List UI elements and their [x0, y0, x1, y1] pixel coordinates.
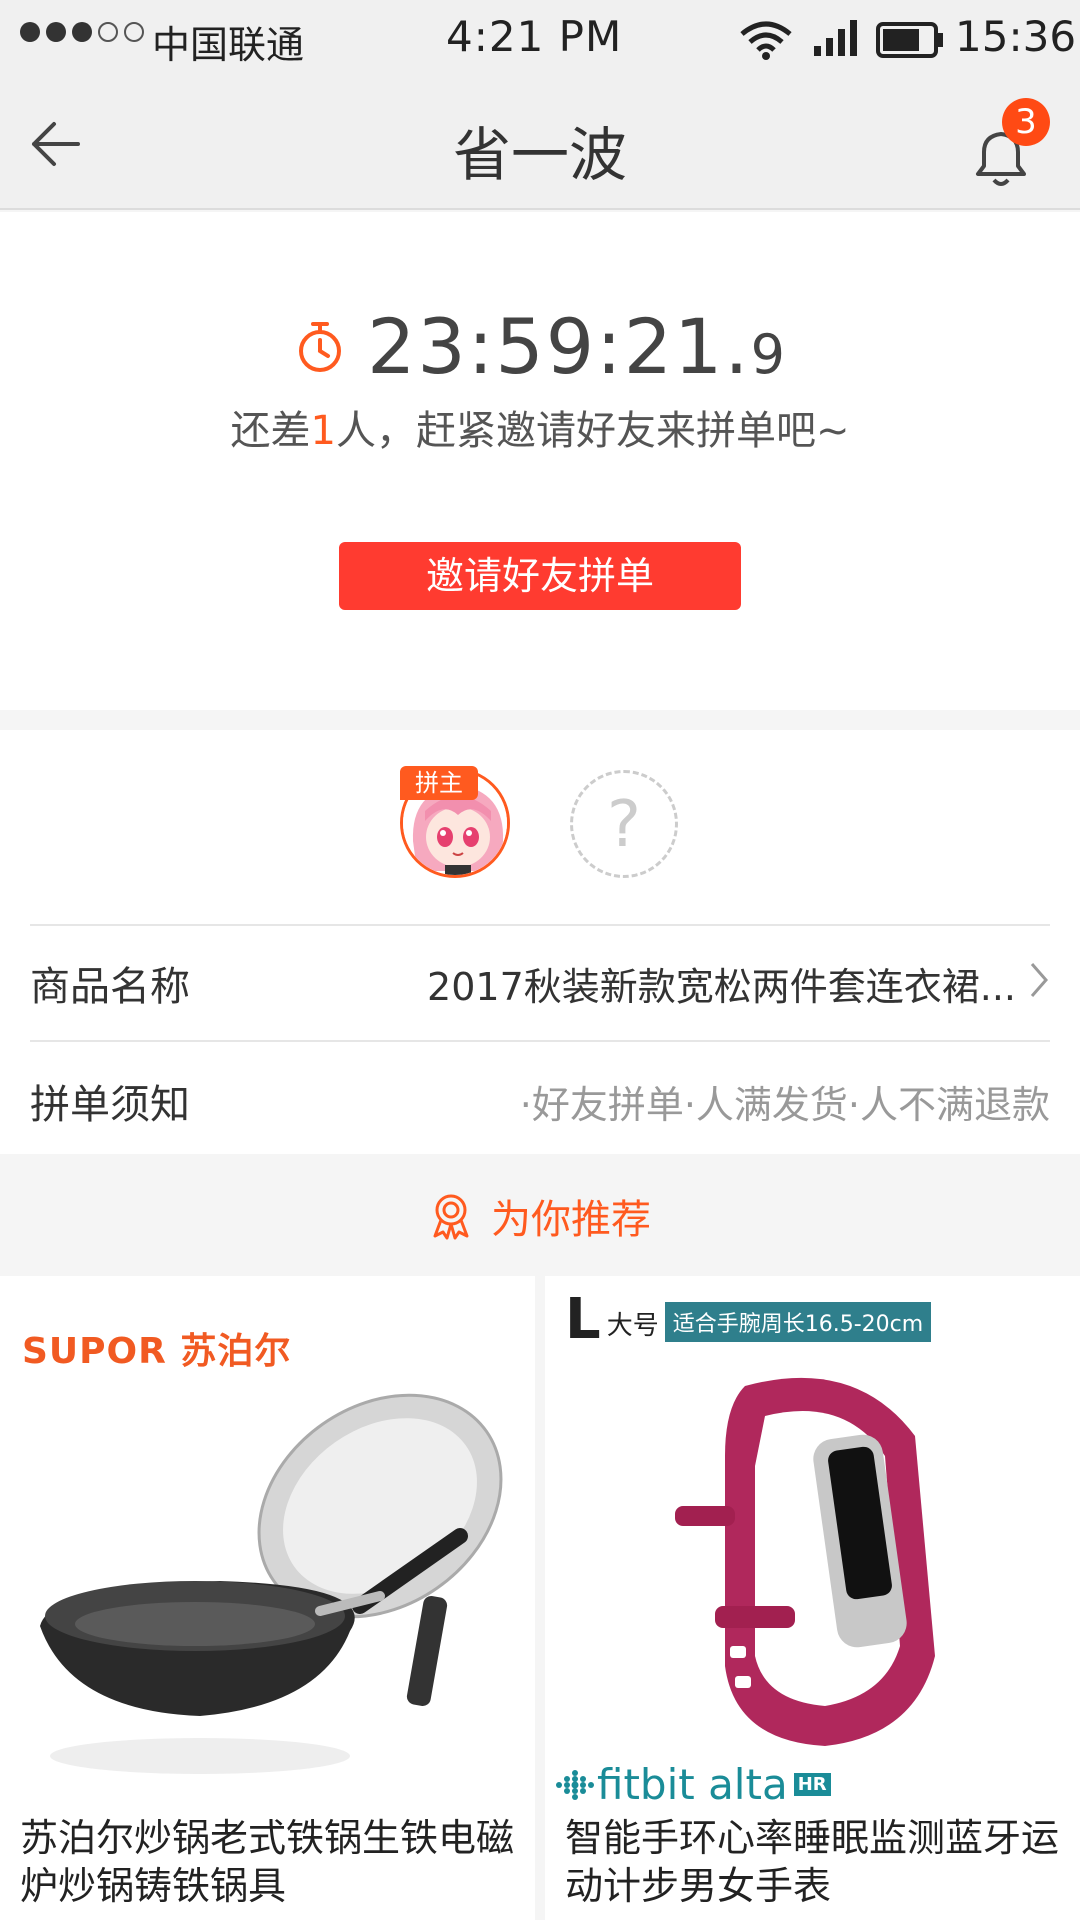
battery-icon — [876, 22, 943, 58]
countdown-section: 23:59:21. 9 还差1人，赶紧邀请好友来拼单吧~ 邀请好友拼单 — [0, 212, 1080, 710]
product-name-value[interactable]: 2017秋装新款宽松两件套连衣裙... — [427, 956, 1016, 1011]
invite-hint: 还差1人，赶紧邀请好友来拼单吧~ — [230, 408, 850, 454]
brand-logo-supor: SUPOR 苏泊尔 — [22, 1331, 292, 1372]
award-ribbon-icon — [433, 1194, 469, 1240]
empty-member-slot[interactable]: ? — [570, 770, 678, 878]
size-tag: L 大号 适合手腕周长16.5-20cm — [565, 1292, 932, 1348]
brand-logo-fitbit: fitbit alta HR — [553, 1760, 831, 1809]
fitbit-dots-icon — [556, 1769, 594, 1800]
product-card-fitbit[interactable]: L 大号 适合手腕周长16.5-20cm fitbit alta HR 智能手环… — [545, 1276, 1080, 1920]
status-time: 4:21 PM — [446, 12, 623, 61]
product-name-label: 商品名称 — [30, 964, 190, 1010]
carrier-name: 中国联通 — [152, 23, 305, 67]
countdown-fraction: 9 — [750, 323, 785, 386]
signal-strength-icon — [20, 22, 144, 42]
navigation-bar: 省一波 3 — [0, 78, 1080, 210]
notification-badge: 3 — [1002, 98, 1050, 146]
status-clock: 15:36 — [955, 12, 1077, 61]
status-bar: 中国联通 4:21 PM 15:36 — [0, 0, 1080, 78]
remaining-count: 1 — [310, 408, 336, 454]
divider — [30, 924, 1050, 926]
fitness-band-product-image — [675, 1377, 935, 1746]
chevron-right-icon[interactable] — [1026, 960, 1052, 1000]
group-section: 拼主 ? 商品名称 2017秋装新款宽松两件套连衣裙... 拼单须知 ·好友拼单… — [0, 730, 1080, 1154]
product-card-wok[interactable]: SUPOR 苏泊尔 苏泊尔炒锅老式铁锅生铁电磁炉炒锅铸铁锅具 — [0, 1276, 535, 1920]
group-rules-value: ·好友拼单·人满发货·人不满退款 — [519, 1083, 1050, 1127]
divider — [30, 1040, 1050, 1042]
page-title: 省一波 — [452, 121, 627, 189]
wok-product-image — [40, 1393, 503, 1774]
product-title: 智能手环心率睡眠监测蓝牙运动计步男女手表 — [565, 1816, 1060, 1908]
group-rules-label: 拼单须知 — [30, 1082, 190, 1128]
stopwatch-icon — [299, 321, 342, 372]
host-badge: 拼主 — [400, 766, 478, 800]
product-title: 苏泊尔炒锅老式铁锅生铁电磁炉炒锅铸铁锅具 — [20, 1816, 515, 1908]
invite-friends-button[interactable]: 邀请好友拼单 — [339, 542, 741, 610]
cellular-signal-icon — [814, 20, 857, 56]
wifi-icon — [740, 21, 792, 60]
recommend-title: 为你推荐 — [491, 1197, 651, 1243]
recommend-header: 为你推荐 — [0, 1156, 1080, 1276]
wrist-size-range: 适合手腕周长16.5-20cm — [664, 1302, 932, 1342]
countdown-time: 23:59:21. — [367, 302, 751, 391]
